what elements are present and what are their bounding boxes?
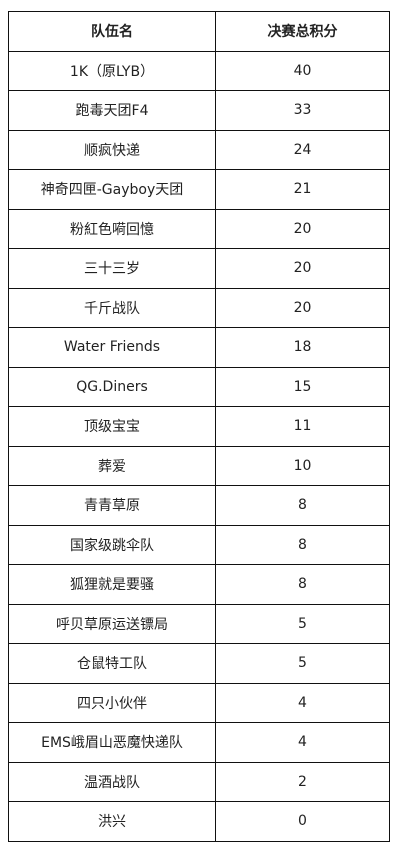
score-table: 队伍名 决赛总积分 1K（原LYB） 40 跑毒天团F4 33 顺疯快递 24 神奇四匣-G… (8, 11, 390, 842)
team-name-cell: EMS峨眉山恶魔快递队 (8, 722, 216, 763)
table-row: 仓鼠特工队 5 (8, 643, 390, 684)
score-cell: 20 (215, 248, 390, 289)
team-name-cell: 1K（原LYB） (8, 50, 216, 91)
table-row: 国家级跳伞队 8 (8, 524, 390, 565)
table-row: 三十三岁 20 (8, 248, 390, 289)
score-cell: 21 (215, 169, 390, 210)
table-row: 呼贝草原运送镖局 5 (8, 603, 390, 644)
table-row: 跑毒天团F4 33 (8, 90, 390, 131)
table-row: 狐狸就是要骚 8 (8, 564, 390, 605)
team-name-cell: 跑毒天团F4 (8, 90, 216, 131)
header-team-name: 队伍名 (8, 11, 216, 52)
team-name-cell: 温酒战队 (8, 761, 216, 802)
table-row: 顺疯快递 24 (8, 129, 390, 170)
score-cell: 5 (215, 603, 390, 644)
score-cell: 5 (215, 643, 390, 684)
team-name-cell: 呼贝草原运送镖局 (8, 603, 216, 644)
score-cell: 24 (215, 129, 390, 170)
team-name-cell: 仓鼠特工队 (8, 643, 216, 684)
score-cell: 4 (215, 682, 390, 723)
score-cell: 20 (215, 287, 390, 328)
table-row: 神奇四匣-Gayboy天团 21 (8, 169, 390, 210)
score-cell: 15 (215, 366, 390, 407)
table-row: QG.Diners 15 (8, 366, 390, 407)
score-cell: 2 (215, 761, 390, 802)
header-row: 队伍名 决赛总积分 (8, 11, 390, 52)
score-cell: 8 (215, 485, 390, 526)
team-name-cell: 洪兴 (8, 801, 216, 842)
score-cell: 20 (215, 208, 390, 249)
table-row: 1K（原LYB） 40 (8, 50, 390, 91)
team-name-cell: 粉紅色嗬回憶 (8, 208, 216, 249)
team-name-cell: 狐狸就是要骚 (8, 564, 216, 605)
team-name-cell: 千斤战队 (8, 287, 216, 328)
score-cell: 4 (215, 722, 390, 763)
team-name-cell: 国家级跳伞队 (8, 524, 216, 565)
table-row: 粉紅色嗬回憶 20 (8, 208, 390, 249)
score-cell: 11 (215, 406, 390, 447)
score-cell: 8 (215, 564, 390, 605)
table-row: 四只小伙伴 4 (8, 682, 390, 723)
team-name-cell: QG.Diners (8, 366, 216, 407)
score-cell: 10 (215, 445, 390, 486)
table-row: 千斤战队 20 (8, 287, 390, 328)
score-cell: 0 (215, 801, 390, 842)
score-cell: 8 (215, 524, 390, 565)
table-row: EMS峨眉山恶魔快递队 4 (8, 722, 390, 763)
table-row: 葬爱 10 (8, 445, 390, 486)
team-name-cell: 葬爱 (8, 445, 216, 486)
score-cell: 40 (215, 50, 390, 91)
score-cell: 33 (215, 90, 390, 131)
table-row: 青青草原 8 (8, 485, 390, 526)
team-name-cell: 三十三岁 (8, 248, 216, 289)
team-name-cell: 顶级宝宝 (8, 406, 216, 447)
team-name-cell: 神奇四匣-Gayboy天团 (8, 169, 216, 210)
table-row: Water Friends 18 (8, 327, 390, 368)
team-name-cell: Water Friends (8, 327, 216, 368)
score-cell: 18 (215, 327, 390, 368)
header-final-score: 决赛总积分 (215, 11, 390, 52)
table-row: 顶级宝宝 11 (8, 406, 390, 447)
team-name-cell: 青青草原 (8, 485, 216, 526)
team-name-cell: 顺疯快递 (8, 129, 216, 170)
team-name-cell: 四只小伙伴 (8, 682, 216, 723)
table-row: 洪兴 0 (8, 801, 390, 842)
table-row: 温酒战队 2 (8, 761, 390, 802)
